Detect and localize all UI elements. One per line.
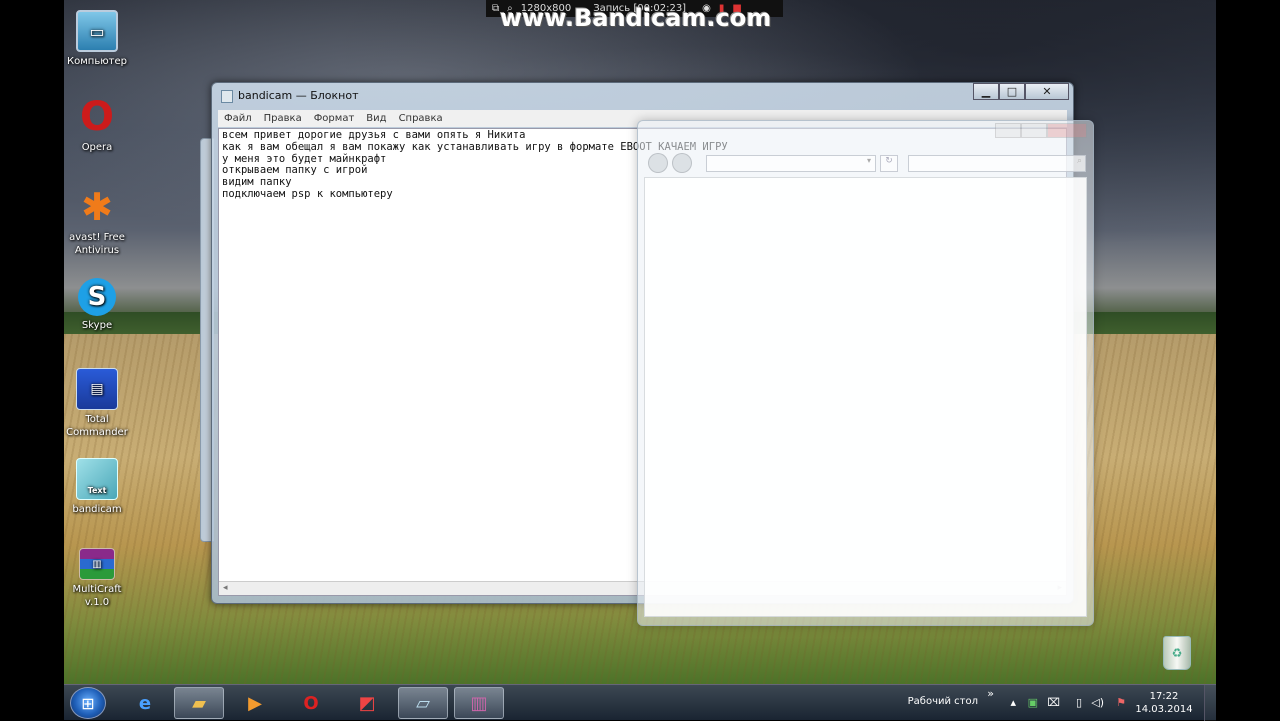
chevron-down-icon: ▾ xyxy=(866,156,871,165)
power-tray-icon[interactable]: ▯ xyxy=(1076,696,1082,709)
desktop-icon-label: Total Commander xyxy=(66,414,128,438)
computer-icon: ▭ xyxy=(76,10,118,52)
notepad-icon: ▱ xyxy=(416,692,430,714)
address-bar[interactable]: ▾ xyxy=(706,155,876,172)
text-line: всем привет дорогие друзья с вами опять … xyxy=(222,129,526,141)
taskbar-media-player[interactable]: ▶ xyxy=(230,687,280,719)
opera-icon: O xyxy=(303,692,319,714)
desktop-icon-computer[interactable]: ▭ Компьютер xyxy=(64,10,130,68)
system-tray: Рабочий стол » ▴ ▣ ⌧ ▯ ◁) ⚑ 17:22 14.03.… xyxy=(886,685,1216,721)
desktop-icon-opera[interactable]: O Opera xyxy=(64,96,130,154)
floppy-disk-icon: ▤ xyxy=(76,368,118,410)
search-icon: ⌕ xyxy=(1076,156,1082,166)
desktop-icon-skype[interactable]: S Skype xyxy=(64,278,130,332)
windows-logo-icon: ⊞ xyxy=(81,693,95,713)
desktop-icon-label: Компьютер xyxy=(67,56,127,67)
file-type-label: Text xyxy=(87,486,107,495)
clock[interactable]: 17:22 14.03.2014 xyxy=(1134,690,1194,716)
window-title: bandicam — Блокнот xyxy=(238,89,359,102)
text-line: подключаем psp к компьютеру xyxy=(222,187,393,200)
taskbar: ⊞ e ▰ ▶ O ◩ ▱ ▥ Рабочий стол » ▴ ▣ ⌧ ▯ ◁… xyxy=(64,684,1216,721)
refresh-icon: ↻ xyxy=(885,156,893,166)
show-desktop-button[interactable] xyxy=(1204,685,1216,721)
close-button[interactable] xyxy=(1047,123,1087,138)
desktop-icon-total-commander[interactable]: ▤ Total Commander xyxy=(64,368,130,439)
clock-time: 17:22 xyxy=(1149,691,1179,702)
action-center-icon[interactable]: ⚑ xyxy=(1116,696,1126,709)
minimize-button[interactable]: ▁ xyxy=(973,83,999,100)
text-line: открываем папку с игрой xyxy=(222,164,368,177)
internet-explorer-icon: e xyxy=(138,692,152,714)
desktop-icon-label: MultiCraft v.1.0 xyxy=(72,584,122,608)
network-tray-icon[interactable]: ▣ xyxy=(1028,696,1038,709)
menu-format[interactable]: Формат xyxy=(314,113,355,124)
desktop-icon-label: avast! Free Antivirus xyxy=(69,232,125,256)
search-input[interactable]: ⌕ xyxy=(908,155,1086,172)
window-controls xyxy=(995,123,1087,138)
recycle-bin-icon: ♻ xyxy=(1163,636,1191,670)
minimize-button[interactable] xyxy=(995,123,1021,138)
explorer-window-opening[interactable]: ▾ ↻ ⌕ xyxy=(637,120,1094,626)
volume-icon[interactable]: ◁) xyxy=(1091,696,1104,709)
text-line: видим папку xyxy=(222,176,292,189)
toolbar-chevron-icon[interactable]: » xyxy=(987,687,994,700)
minimize-icon: ▁ xyxy=(981,85,991,98)
menu-view[interactable]: Вид xyxy=(366,113,386,124)
desktop-icon-label: Opera xyxy=(81,142,113,153)
refresh-button[interactable]: ↻ xyxy=(880,155,898,172)
desktop-icon-label: bandicam xyxy=(72,504,122,515)
folder-icon: ▰ xyxy=(192,692,206,714)
forward-button[interactable] xyxy=(672,153,692,173)
window-controls: ▁ □ ✕ xyxy=(973,83,1069,100)
desktop-icon-multicraft[interactable]: ▥ MultiCraft v.1.0 xyxy=(64,548,130,609)
close-icon: ✕ xyxy=(1042,85,1052,98)
folder-content-pane[interactable] xyxy=(644,177,1087,617)
desktop-icon-label: Skype xyxy=(81,320,113,331)
taskbar-notepad[interactable]: ▱ xyxy=(398,687,448,719)
clock-date: 14.03.2014 xyxy=(1135,704,1193,715)
avast-icon: ✱ xyxy=(81,184,113,229)
opera-icon: O xyxy=(79,93,114,140)
device-tray-icon[interactable]: ⌧ xyxy=(1047,696,1060,709)
text-file-icon: Text xyxy=(76,458,118,500)
maximize-button[interactable] xyxy=(1021,123,1047,138)
taskbar-paint[interactable]: ◩ xyxy=(342,687,392,719)
maximize-icon: □ xyxy=(1006,85,1018,98)
desktop-toolbar-label[interactable]: Рабочий стол xyxy=(908,696,978,707)
menu-file[interactable]: Файл xyxy=(224,113,252,124)
desktop-icon-recycle-bin[interactable]: ♻ xyxy=(1160,636,1194,676)
window-mode-icon[interactable]: ⧉ xyxy=(492,3,499,14)
bandicam-watermark: www.Bandicam.com xyxy=(500,4,772,32)
skype-icon: S xyxy=(78,278,116,316)
desktop-icon-bandicam-text[interactable]: Text bandicam xyxy=(64,458,130,516)
scroll-left-icon[interactable]: ◂ xyxy=(223,583,228,593)
maximize-button[interactable]: □ xyxy=(999,83,1025,100)
winrar-archive-icon: ▥ xyxy=(79,548,115,580)
text-line: у меня это будет майнкрафт xyxy=(222,152,387,165)
back-button[interactable] xyxy=(648,153,668,173)
paint-icon: ◩ xyxy=(358,692,376,714)
taskbar-winrar[interactable]: ▥ xyxy=(454,687,504,719)
notepad-icon xyxy=(221,90,233,103)
show-hidden-icons-icon[interactable]: ▴ xyxy=(1010,696,1016,709)
taskbar-explorer[interactable]: ▰ xyxy=(174,687,224,719)
menu-edit[interactable]: Правка xyxy=(264,113,302,124)
desktop-icon-avast[interactable]: ✱ avast! Free Antivirus xyxy=(64,186,130,257)
taskbar-internet-explorer[interactable]: e xyxy=(120,687,170,719)
menu-help[interactable]: Справка xyxy=(399,113,443,124)
taskbar-opera[interactable]: O xyxy=(286,687,336,719)
start-button[interactable]: ⊞ xyxy=(70,687,106,719)
winrar-icon: ▥ xyxy=(470,692,488,714)
close-button[interactable]: ✕ xyxy=(1025,83,1069,100)
navigation-bar: ▾ ↻ ⌕ xyxy=(646,153,1086,175)
media-player-icon: ▶ xyxy=(248,692,262,714)
